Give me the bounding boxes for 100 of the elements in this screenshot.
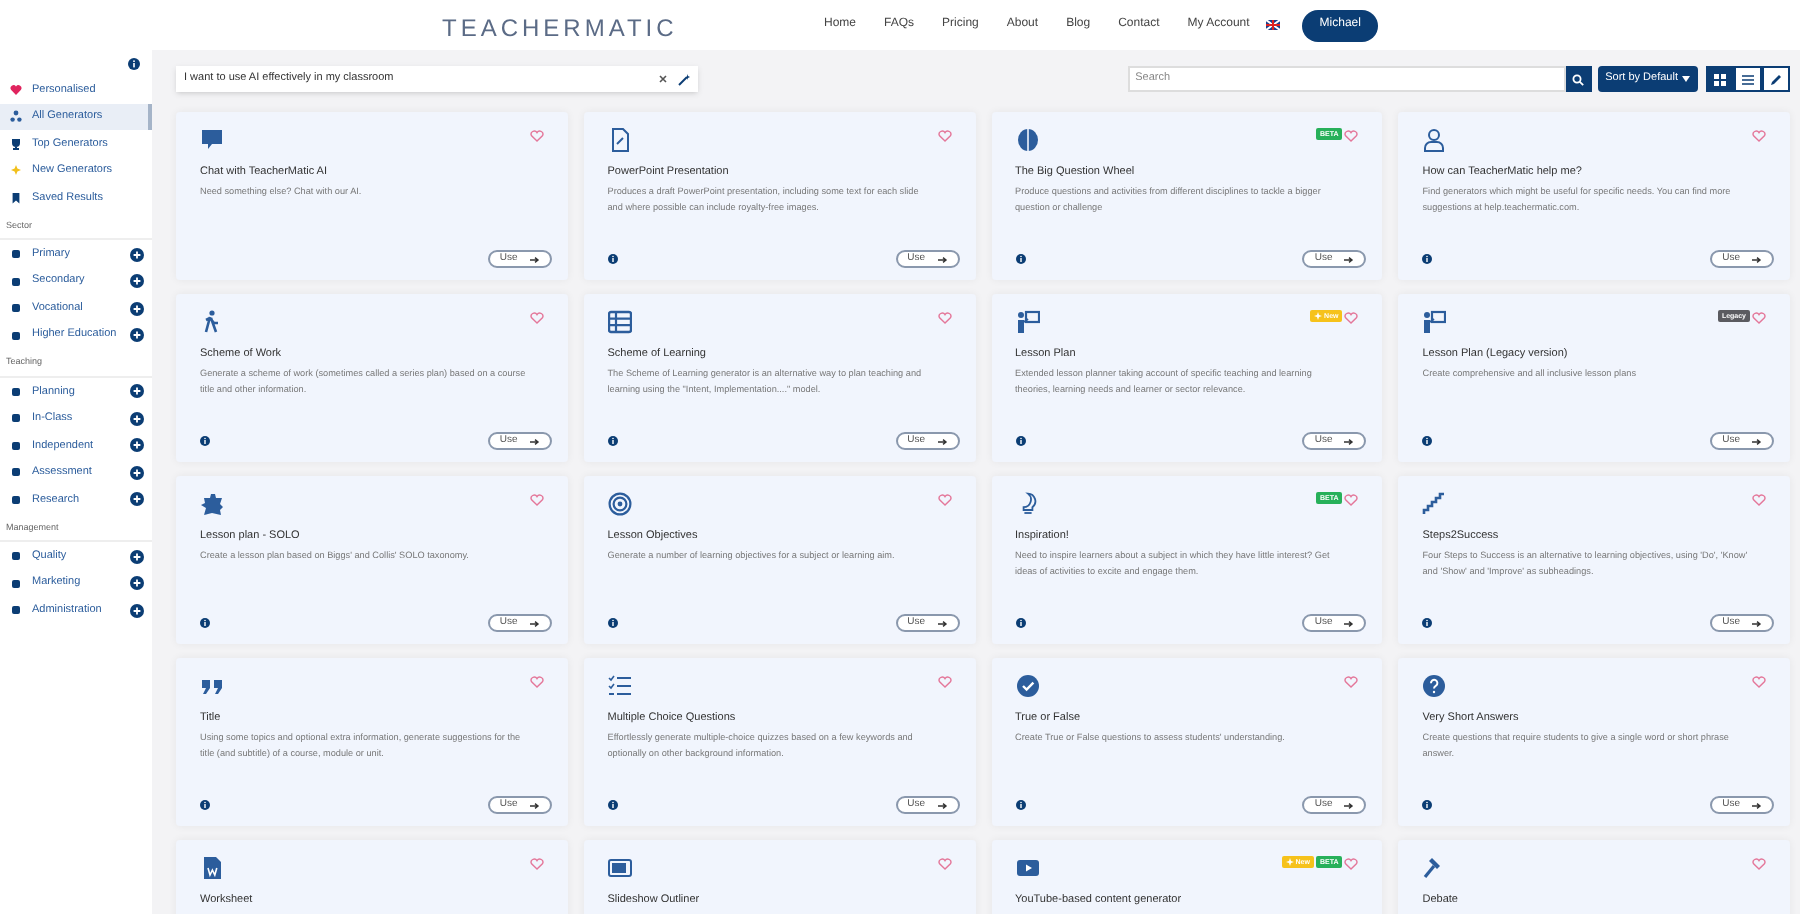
logo[interactable]: TEACHERMATIC <box>442 10 678 46</box>
heart-icon[interactable] <box>937 312 951 324</box>
heart-icon[interactable] <box>1344 494 1359 506</box>
info-icon[interactable] <box>200 436 210 446</box>
worksheet-icon <box>200 856 224 880</box>
speech-bubble-icon <box>200 128 224 152</box>
heart-icon[interactable] <box>1752 494 1766 506</box>
heart-icon[interactable] <box>1344 858 1359 870</box>
network-icon <box>10 110 22 123</box>
heart-icon[interactable] <box>937 676 951 688</box>
table-icon <box>607 310 632 334</box>
square-icon <box>10 466 22 479</box>
arrow-right-icon <box>937 801 947 809</box>
heart-icon[interactable] <box>529 676 544 688</box>
info-icon[interactable] <box>1422 618 1433 628</box>
heart-icon[interactable] <box>1344 130 1359 142</box>
info-icon[interactable] <box>200 618 210 628</box>
bookmark-icon <box>10 191 22 204</box>
heart-icon[interactable] <box>529 312 544 324</box>
grid-icon <box>1714 73 1726 85</box>
info-icon[interactable] <box>607 800 618 810</box>
arrow-right-icon <box>529 801 540 809</box>
square-icon <box>10 412 22 425</box>
square-icon <box>10 275 22 287</box>
plus-circle-icon <box>130 411 144 426</box>
info-icon[interactable] <box>200 800 210 810</box>
info-icon[interactable] <box>1422 254 1433 264</box>
plus-circle-icon <box>130 438 144 453</box>
slideshow-icon <box>607 856 632 880</box>
flag-icon[interactable] <box>1265 20 1280 30</box>
info-icon[interactable] <box>1422 436 1433 446</box>
plus-circle-icon <box>130 301 144 315</box>
arrow-right-icon <box>529 255 540 263</box>
plus-circle-icon <box>130 465 144 480</box>
plus-circle-icon <box>130 603 144 617</box>
square-icon <box>10 302 22 314</box>
question-circle-icon <box>1422 674 1447 698</box>
wand-icon[interactable] <box>678 73 690 85</box>
arrow-right-icon <box>529 437 540 445</box>
pencil-icon <box>1770 73 1782 85</box>
heart-icon[interactable] <box>1752 130 1766 142</box>
info-icon <box>128 58 140 70</box>
heart-icon[interactable] <box>1344 676 1359 688</box>
search-icon <box>1572 73 1585 85</box>
heart-icon[interactable] <box>937 858 951 870</box>
info-icon[interactable] <box>607 436 618 446</box>
heart-icon[interactable] <box>1752 312 1766 324</box>
info-icon[interactable] <box>1422 800 1433 810</box>
view-button[interactable] <box>1762 66 1790 92</box>
arrow-right-icon <box>937 255 947 263</box>
walking-person-icon <box>200 310 224 334</box>
sparkle-icon <box>1314 312 1323 320</box>
search-button[interactable] <box>1565 66 1592 92</box>
square-icon <box>10 248 22 260</box>
close-icon[interactable] <box>658 74 668 84</box>
arrow-right-icon <box>1752 619 1762 627</box>
teacher-board-icon <box>1422 310 1447 334</box>
trophy-icon <box>10 137 22 150</box>
info-icon[interactable] <box>1015 618 1025 628</box>
stairs-icon <box>1422 492 1447 516</box>
teacher-board-icon <box>1015 310 1039 334</box>
plus-circle-icon <box>130 247 144 261</box>
square-icon <box>10 604 22 616</box>
info-icon[interactable] <box>1015 436 1025 446</box>
view-button[interactable] <box>1734 66 1762 92</box>
arrow-right-icon <box>529 619 540 627</box>
heart-icon[interactable] <box>1752 676 1766 688</box>
plus-circle-icon <box>130 492 144 507</box>
arrow-right-icon <box>1344 619 1355 627</box>
info-icon[interactable] <box>607 254 618 264</box>
checklist-icon <box>607 674 632 698</box>
heart-icon <box>10 83 22 96</box>
heart-icon[interactable] <box>529 858 544 870</box>
heart-icon[interactable] <box>937 130 951 142</box>
heart-icon[interactable] <box>1752 858 1766 870</box>
view-button[interactable] <box>1706 66 1734 92</box>
heart-icon[interactable] <box>937 494 951 506</box>
sparkle-icon <box>1285 858 1294 866</box>
square-icon <box>10 439 22 452</box>
list-icon <box>1742 73 1754 85</box>
heart-icon[interactable] <box>529 494 544 506</box>
arrow-right-icon <box>1344 437 1355 445</box>
arrow-right-icon <box>937 619 947 627</box>
square-icon <box>10 577 22 589</box>
check-circle-icon <box>1015 674 1039 698</box>
heart-icon[interactable] <box>1344 312 1359 324</box>
square-icon <box>10 550 22 562</box>
square-icon <box>10 385 22 398</box>
info-icon[interactable] <box>1015 800 1025 810</box>
arrow-right-icon <box>1344 801 1355 809</box>
info-icon[interactable] <box>1015 254 1025 264</box>
heart-icon[interactable] <box>529 130 544 142</box>
arrow-right-icon <box>1344 255 1355 263</box>
document-icon <box>607 128 632 152</box>
arrow-right-icon <box>1752 255 1762 263</box>
square-icon <box>10 329 22 341</box>
info-icon[interactable] <box>607 618 618 628</box>
sparkle-icon <box>10 164 22 177</box>
puzzle-piece-icon <box>200 492 224 516</box>
video-play-icon <box>1015 856 1039 880</box>
